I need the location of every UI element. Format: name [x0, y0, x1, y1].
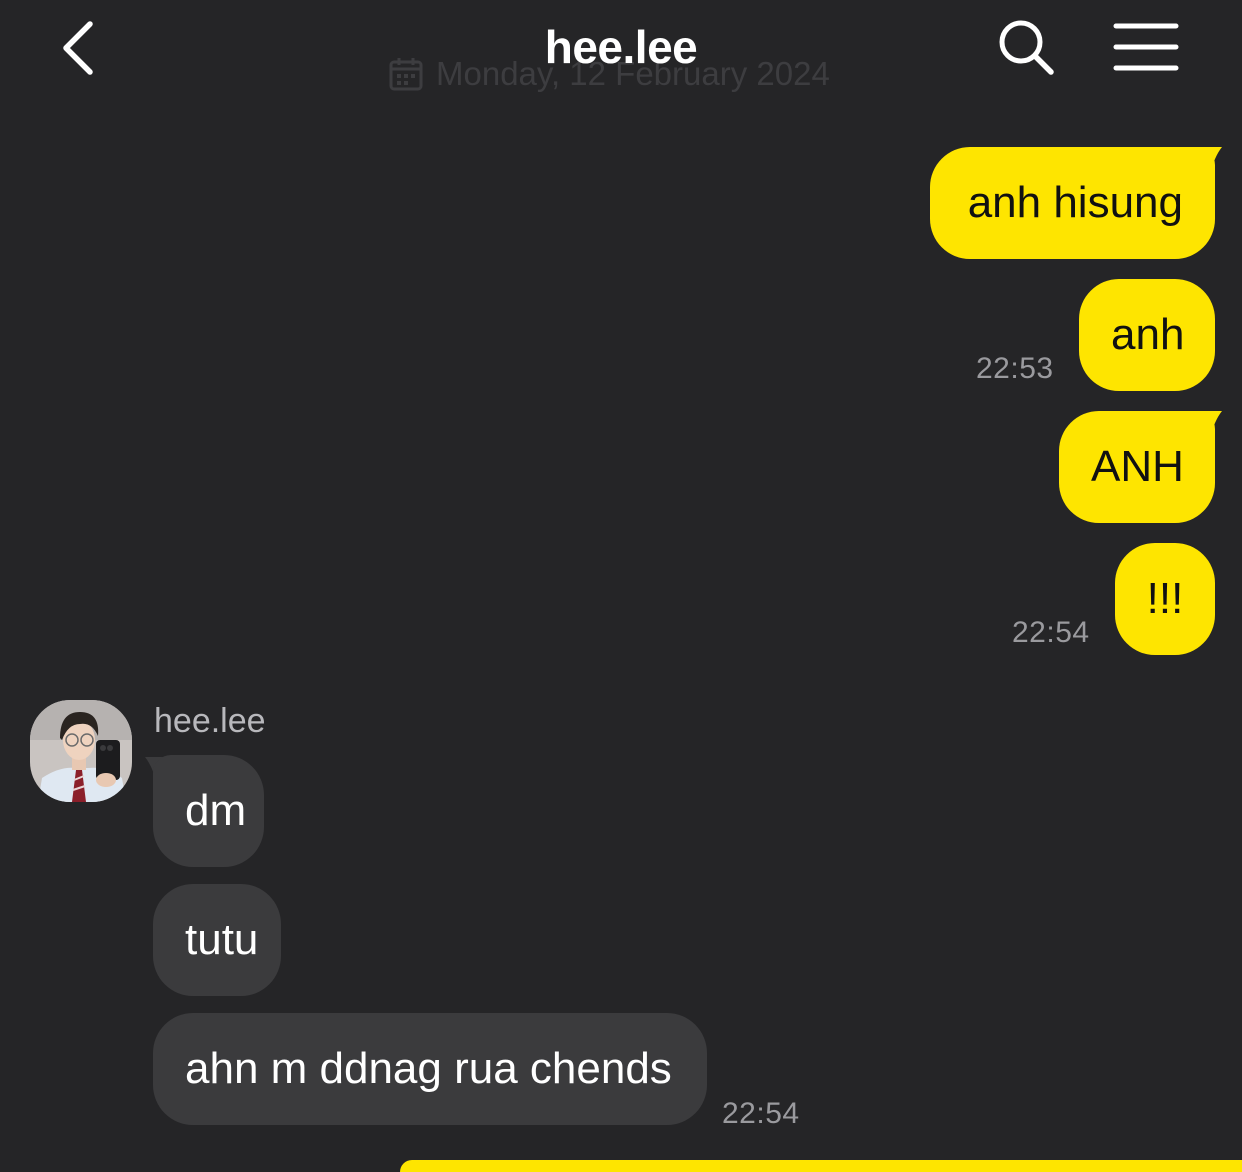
- outgoing-message[interactable]: !!!: [1115, 543, 1215, 655]
- outgoing-message[interactable]: anh hisung: [930, 147, 1215, 259]
- incoming-message[interactable]: dm: [153, 755, 264, 867]
- message-time: 22:54: [1012, 616, 1090, 649]
- message-time: 22:54: [722, 1097, 800, 1130]
- outgoing-message[interactable]: ANH: [1059, 411, 1215, 523]
- profile-photo: [30, 700, 132, 802]
- message-time: 22:53: [976, 352, 1054, 385]
- avatar[interactable]: [30, 700, 132, 802]
- outgoing-message-partial[interactable]: [400, 1160, 1242, 1172]
- chat-header: Monday, 12 February 2024 hee.lee: [0, 0, 1242, 110]
- chat-title: hee.lee: [544, 21, 698, 73]
- sender-name: hee.lee: [154, 702, 266, 740]
- incoming-message[interactable]: tutu: [153, 884, 281, 996]
- bubble-tail-icon: [1196, 411, 1222, 439]
- outgoing-message[interactable]: anh: [1079, 279, 1215, 391]
- incoming-message[interactable]: ahn m ddnag rua chends: [153, 1013, 707, 1125]
- bubble-tail-icon: [1196, 147, 1222, 175]
